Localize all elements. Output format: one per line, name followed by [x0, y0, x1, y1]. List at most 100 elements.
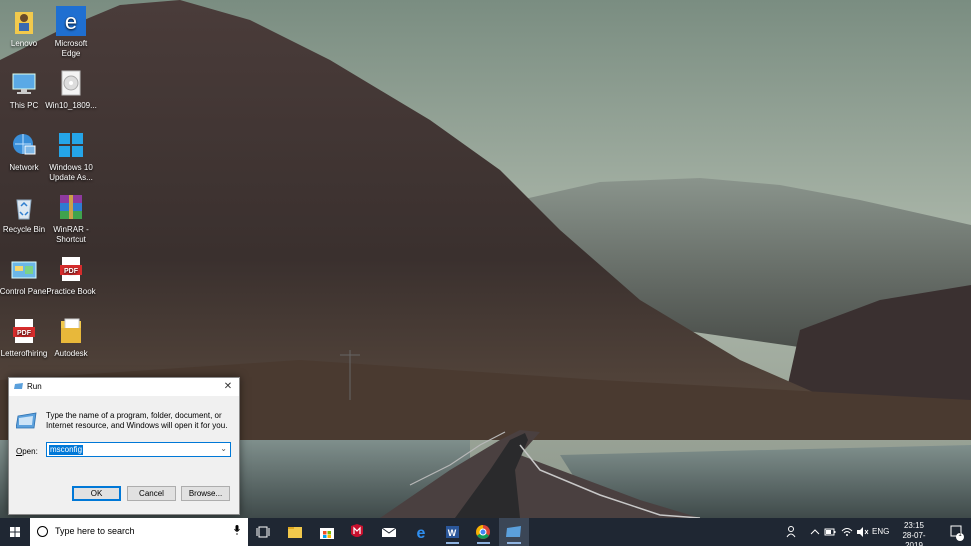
chevron-up-icon: [810, 529, 820, 535]
open-label: Open:: [16, 447, 38, 456]
desktop-icon-label: Windows 10 Update As...: [49, 163, 93, 182]
folder-icon: [56, 316, 86, 346]
svg-text:e: e: [65, 9, 77, 34]
taskbar-app-mail[interactable]: [374, 518, 404, 546]
show-hidden-icons-button[interactable]: [808, 518, 822, 546]
ok-button[interactable]: OK: [72, 486, 121, 501]
desktop: Lenovo This PC Network Recycle Bin Contr…: [0, 0, 971, 518]
volume-button[interactable]: [855, 518, 869, 546]
run-dialog: Run ✕ Type the name of a program, folder…: [8, 377, 240, 515]
desktop-icon-microsoft-edge[interactable]: e Microsoft Edge: [45, 2, 97, 59]
recycle-bin-icon: [9, 192, 39, 222]
taskbar-app-word[interactable]: W: [437, 518, 467, 546]
desktop-icon-network[interactable]: Network: [0, 126, 50, 173]
desktop-icon-label: Recycle Bin: [2, 225, 46, 234]
desktop-icon-win10-iso[interactable]: Win10_1809...: [45, 64, 97, 111]
pdf-icon: PDF: [56, 254, 86, 284]
volume-muted-icon: [857, 527, 869, 537]
svg-text:PDF: PDF: [64, 268, 79, 275]
desktop-icon-windows-update-assistant[interactable]: Windows 10 Update As...: [45, 126, 97, 183]
run-description: Type the name of a program, folder, docu…: [46, 411, 228, 430]
notification-icon: [950, 525, 964, 541]
desktop-icon-label: Letterofhiring: [0, 349, 48, 358]
run-icon: [14, 383, 23, 389]
mcafee-icon: [351, 524, 363, 537]
winrar-icon: [56, 192, 86, 222]
search-box[interactable]: Type here to search: [30, 518, 248, 546]
windows-update-icon: [56, 130, 86, 160]
desktop-icon-label: Win10_1809...: [45, 101, 97, 110]
taskbar-app-file-explorer[interactable]: [280, 518, 310, 546]
open-combobox[interactable]: msconfig ⌄: [46, 442, 231, 457]
file-explorer-icon: [288, 527, 302, 538]
desktop-icon-winrar[interactable]: WinRAR - Shortcut: [45, 188, 97, 245]
control-panel-icon: [9, 254, 39, 284]
run-icon: [506, 526, 521, 544]
open-label-rest: pen:: [22, 447, 38, 456]
taskbar-app-run[interactable]: [499, 518, 529, 546]
notification-count: 1: [958, 532, 962, 538]
battery-icon: [824, 528, 836, 536]
network-icon: [9, 130, 39, 160]
start-button[interactable]: [0, 518, 30, 546]
taskbar-app-edge[interactable]: e: [406, 518, 436, 546]
desktop-icon-label: Practice Book: [46, 287, 96, 296]
task-view-icon: [256, 526, 270, 538]
search-placeholder: Type here to search: [55, 526, 135, 536]
clock-date: 28-07-2019: [902, 531, 926, 550]
close-button[interactable]: ✕: [221, 380, 235, 394]
desktop-icon-label: Control Panel: [0, 287, 49, 296]
taskbar: Type here to search e W ENG 23:15 28-07-…: [0, 518, 971, 550]
run-title: Run: [27, 382, 42, 391]
windows-logo-icon: [10, 527, 20, 537]
taskbar-app-store[interactable]: [312, 518, 342, 546]
mail-icon: [381, 527, 397, 537]
people-icon: [786, 526, 796, 538]
taskbar-app-chrome[interactable]: [468, 518, 498, 546]
run-titlebar[interactable]: Run ✕: [9, 378, 239, 396]
svg-text:PDF: PDF: [17, 330, 32, 337]
people-button[interactable]: [784, 518, 800, 546]
desktop-icon-label: This PC: [9, 101, 39, 110]
open-input-value[interactable]: msconfig: [49, 445, 84, 455]
store-icon: [320, 528, 334, 539]
language-indicator[interactable]: ENG: [872, 527, 889, 536]
edge-icon: e: [417, 525, 426, 542]
run-large-icon: [16, 412, 37, 429]
edge-icon: e: [56, 6, 86, 36]
user-folder-icon: [9, 6, 39, 36]
desktop-icon-label: Autodesk: [54, 349, 88, 358]
cancel-button[interactable]: Cancel: [127, 486, 176, 501]
search-icon: [37, 526, 48, 537]
desktop-icon-recycle-bin[interactable]: Recycle Bin: [0, 188, 50, 235]
taskbar-app-mcafee[interactable]: [342, 518, 372, 546]
svg-text:e: e: [417, 525, 426, 542]
microphone-icon[interactable]: [234, 525, 240, 535]
wifi-icon: [841, 528, 853, 536]
task-view-button[interactable]: [248, 518, 278, 546]
desktop-icon-practice-book[interactable]: PDF Practice Book: [45, 250, 97, 297]
desktop-icon-letterofhiring[interactable]: PDF Letterofhiring: [0, 312, 50, 359]
disc-image-icon: [56, 68, 86, 98]
action-center-button[interactable]: 1: [941, 518, 971, 546]
clock[interactable]: 23:15 28-07-2019: [894, 521, 934, 551]
desktop-icon-label: Lenovo: [10, 39, 38, 48]
browse-button[interactable]: Browse...: [181, 486, 230, 501]
desktop-icon-lenovo[interactable]: Lenovo: [0, 2, 50, 49]
desktop-icon-autodesk[interactable]: Autodesk: [45, 312, 97, 359]
chrome-icon: [476, 525, 490, 544]
close-icon: ✕: [223, 381, 233, 392]
wifi-button[interactable]: [840, 518, 854, 546]
word-icon: W: [446, 526, 459, 544]
pdf-icon: PDF: [9, 316, 39, 346]
battery-button[interactable]: [823, 518, 837, 546]
desktop-icon-control-panel[interactable]: Control Panel: [0, 250, 50, 297]
desktop-icon-label: Network: [9, 163, 39, 172]
desktop-icon-label: Microsoft Edge: [54, 39, 88, 58]
desktop-icon-this-pc[interactable]: This PC: [0, 64, 50, 111]
svg-text:W: W: [448, 528, 457, 538]
chevron-down-icon[interactable]: ⌄: [220, 444, 227, 453]
clock-time: 23:15: [903, 521, 925, 530]
this-pc-icon: [9, 68, 39, 98]
desktop-icon-label: WinRAR - Shortcut: [53, 225, 89, 244]
